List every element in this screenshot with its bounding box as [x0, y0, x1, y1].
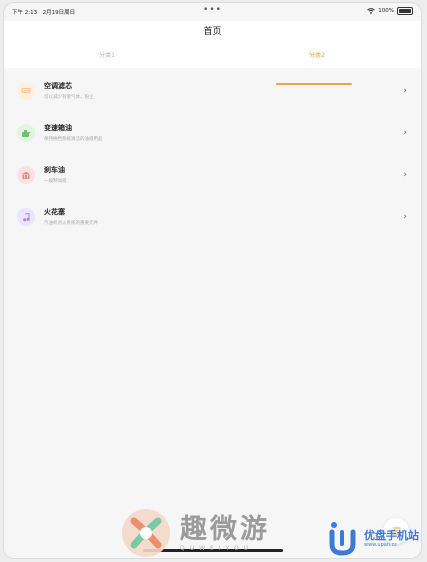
item-title: 刹车油 [44, 166, 65, 174]
list-item[interactable]: 刹车油 一般制动液 › [4, 156, 421, 198]
list-item[interactable]: 空调滤芯 可以减少有害气体，粉尘 › [4, 72, 421, 114]
watermark-brand: 趣微游 [180, 513, 270, 545]
watermark-right-url: www.upan.cc [364, 541, 398, 548]
gearbox-oil-icon [17, 124, 35, 142]
status-right: 100% [367, 7, 413, 15]
nav-header: 首页 分类1 分类2 [4, 21, 421, 85]
watermark-quweiyou: 趣微游 QUWEIYOU [120, 507, 270, 559]
quweiyou-logo-icon [122, 509, 170, 557]
item-subtitle: 可以减少有害气体，粉尘 [44, 95, 94, 100]
chevron-right-icon: › [403, 170, 407, 180]
list-item[interactable]: 火花塞 汽油机点火系统的重要元件 › [4, 198, 421, 240]
status-bar: 下午 2:13 2月19日周日 ••• 100% [4, 3, 421, 21]
item-title: 空调滤芯 [44, 82, 72, 90]
item-subtitle: 保持换档系统清洁的油液用品 [44, 137, 103, 142]
air-filter-icon [17, 82, 35, 100]
watermark-upan: 优盘手机站 www.upan.cc [326, 520, 419, 556]
list-item[interactable]: 变速箱油 保持换档系统清洁的油液用品 › [4, 114, 421, 156]
battery-icon [397, 7, 413, 15]
wifi-icon [367, 8, 376, 14]
item-subtitle: 汽油机点火系统的重要元件 [44, 221, 98, 226]
brake-fluid-icon [17, 166, 35, 184]
tab-category-2[interactable]: 分类2 [242, 50, 392, 59]
multitask-dots-icon[interactable]: ••• [203, 5, 222, 15]
item-title: 变速箱油 [44, 124, 72, 132]
battery-percent: 100% [378, 8, 394, 14]
item-title: 火花塞 [44, 208, 65, 216]
item-subtitle: 一般制动液 [44, 179, 67, 184]
chevron-right-icon: › [403, 128, 407, 138]
chevron-right-icon: › [403, 212, 407, 222]
app-window: 下午 2:13 2月19日周日 ••• 100% 首页 分类1 分类2 空调滤芯… [4, 3, 421, 558]
product-list: 空调滤芯 可以减少有害气体，粉尘 › 变速箱油 保持换档系统清洁的油液用品 › … [4, 72, 421, 240]
tab-category-1[interactable]: 分类1 [32, 50, 182, 59]
upan-logo-icon [329, 522, 356, 556]
spark-plug-icon [17, 208, 35, 226]
status-time: 下午 2:13 2月19日周日 [12, 10, 76, 16]
page-title: 首页 [203, 27, 222, 37]
watermark-right-brand: 优盘手机站 [364, 528, 419, 542]
watermark-pinyin: QUWEIYOU [180, 544, 254, 552]
chevron-right-icon: › [403, 86, 407, 96]
tab-bar: 分类1 分类2 [4, 45, 421, 85]
